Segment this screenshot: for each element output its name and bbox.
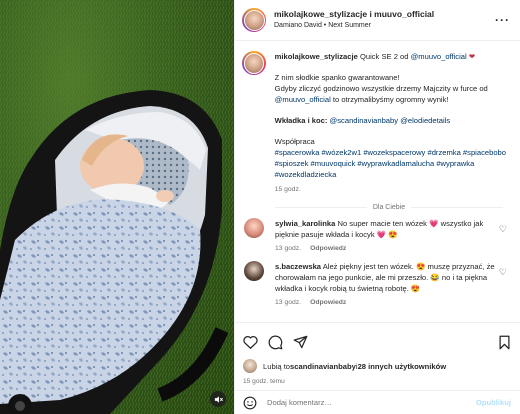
caption-line: Z nim słodkie spanko gwarantowane! bbox=[274, 73, 400, 82]
like-comment-heart-icon[interactable]: ♡ bbox=[499, 224, 507, 235]
comment-input[interactable] bbox=[267, 398, 476, 407]
caption-line: Gdyby zliczyć godzinowo wszystkie drzemy… bbox=[274, 84, 488, 93]
reply-button[interactable]: Odpowiedz bbox=[310, 245, 346, 252]
mute-button[interactable] bbox=[210, 391, 226, 407]
share-send-icon[interactable] bbox=[293, 335, 308, 349]
comment-bubble-icon[interactable] bbox=[268, 335, 283, 350]
caption-text: Quick SE 2 od bbox=[357, 52, 411, 61]
author-avatar[interactable] bbox=[242, 8, 266, 32]
post-date: 15 godz. temu bbox=[243, 378, 285, 385]
author-usernames[interactable]: mikolajkowe_stylizacje i muuvo_official bbox=[274, 8, 495, 20]
for-you-divider: Dla Ciebie bbox=[242, 204, 509, 211]
comment-time: 13 godz. bbox=[275, 299, 302, 306]
credits-label: Wkładka i koc: bbox=[274, 116, 330, 125]
caption-line: to otrzymalibyśmy ogromny wynik! bbox=[330, 95, 449, 104]
hashtags[interactable]: #spacerowka #wózek2w1 #wozekspacerowy #d… bbox=[275, 147, 509, 180]
action-bar: Lubią to scandinavianbaby i 28 innych uż… bbox=[235, 322, 520, 385]
comment-time: 13 godz. bbox=[275, 245, 302, 252]
caption-avatar[interactable] bbox=[242, 51, 266, 75]
comments-scroll-area[interactable]: mikolajkowe_stylizacje Quick SE 2 od @mu… bbox=[235, 41, 520, 321]
bookmark-icon[interactable] bbox=[498, 335, 511, 350]
likes-summary: Lubią to scandinavianbaby i 28 innych uż… bbox=[243, 359, 511, 373]
like-comment-heart-icon[interactable]: ♡ bbox=[499, 267, 507, 278]
for-you-label: Dla Ciebie bbox=[372, 204, 406, 211]
comment: s.baczewska Ależ piękny jest ten wózek. … bbox=[242, 261, 509, 308]
credits-mention[interactable]: @elodiedetails bbox=[400, 116, 450, 125]
reply-button[interactable]: Odpowiedz bbox=[310, 299, 346, 306]
more-dots-icon[interactable]: ··· bbox=[495, 13, 510, 27]
audio-track[interactable]: Damiano David • Next Summer bbox=[274, 20, 495, 32]
caption: mikolajkowe_stylizacje Quick SE 2 od @mu… bbox=[242, 51, 509, 195]
likes-prefix: Lubią to bbox=[263, 361, 291, 371]
heart-emoji-icon: ❤ bbox=[468, 52, 476, 61]
comment-username[interactable]: s.baczewska bbox=[275, 262, 321, 271]
post-header: mikolajkowe_stylizacje i muuvo_official … bbox=[235, 0, 520, 41]
publish-button[interactable]: Opublikuj bbox=[476, 398, 511, 407]
comment: sylwia_karolinka No super macie ten wóze… bbox=[242, 218, 509, 254]
comment-username[interactable]: sylwia_karolinka bbox=[275, 219, 335, 228]
speaker-muted-icon bbox=[214, 395, 223, 403]
liker-avatar[interactable] bbox=[243, 359, 257, 373]
caption-username[interactable]: mikolajkowe_stylizacje bbox=[275, 52, 358, 61]
like-heart-icon[interactable] bbox=[243, 335, 258, 349]
likes-count[interactable]: 28 innych użytkowników bbox=[358, 362, 447, 371]
add-comment-bar: Opublikuj bbox=[235, 390, 520, 414]
liker-username[interactable]: scandinavianbaby bbox=[290, 362, 356, 371]
emoji-smiley-icon[interactable] bbox=[243, 396, 257, 410]
credits-mention[interactable]: @scandinavianbaby bbox=[330, 116, 399, 125]
post-panel: mikolajkowe_stylizacje i muuvo_official … bbox=[234, 0, 520, 414]
post-photo[interactable] bbox=[0, 0, 234, 414]
caption-mention[interactable]: @muuvo_official bbox=[411, 52, 467, 61]
stroller-photo bbox=[0, 0, 234, 414]
commenter-avatar[interactable] bbox=[244, 261, 264, 281]
cooperation-label: Współpraca bbox=[274, 137, 315, 146]
caption-mention[interactable]: @muuvo_official bbox=[275, 95, 331, 104]
caption-time: 15 godz. bbox=[274, 186, 301, 193]
commenter-avatar[interactable] bbox=[244, 218, 264, 238]
